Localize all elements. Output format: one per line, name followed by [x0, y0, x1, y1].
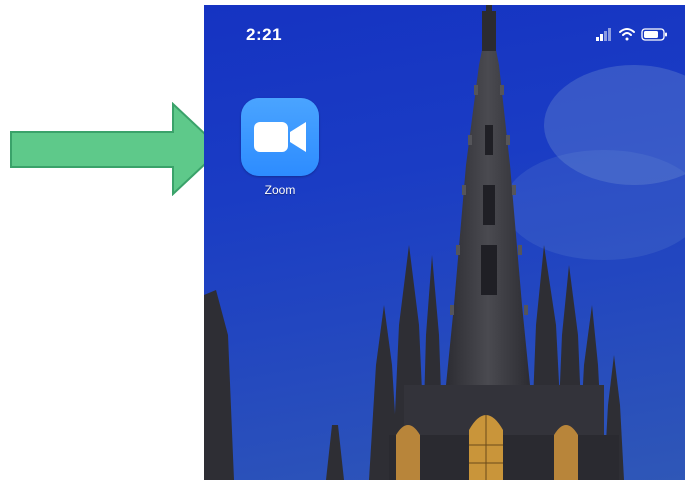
- app-zoom[interactable]: Zoom: [240, 98, 320, 197]
- phone-screen: 2:21 Zoom: [204, 5, 685, 480]
- zoom-camera-icon: [254, 122, 306, 152]
- wallpaper-cathedral: [204, 5, 685, 480]
- wifi-icon: [619, 28, 635, 41]
- status-time: 2:21: [246, 25, 283, 44]
- battery-icon: [641, 28, 667, 41]
- callout-arrow: [10, 102, 223, 196]
- app-label: Zoom: [264, 183, 296, 197]
- status-icons: [596, 28, 667, 41]
- tower-body: [389, 385, 619, 480]
- zoom-app-tile[interactable]: [241, 98, 319, 176]
- signal-icon: [596, 28, 611, 41]
